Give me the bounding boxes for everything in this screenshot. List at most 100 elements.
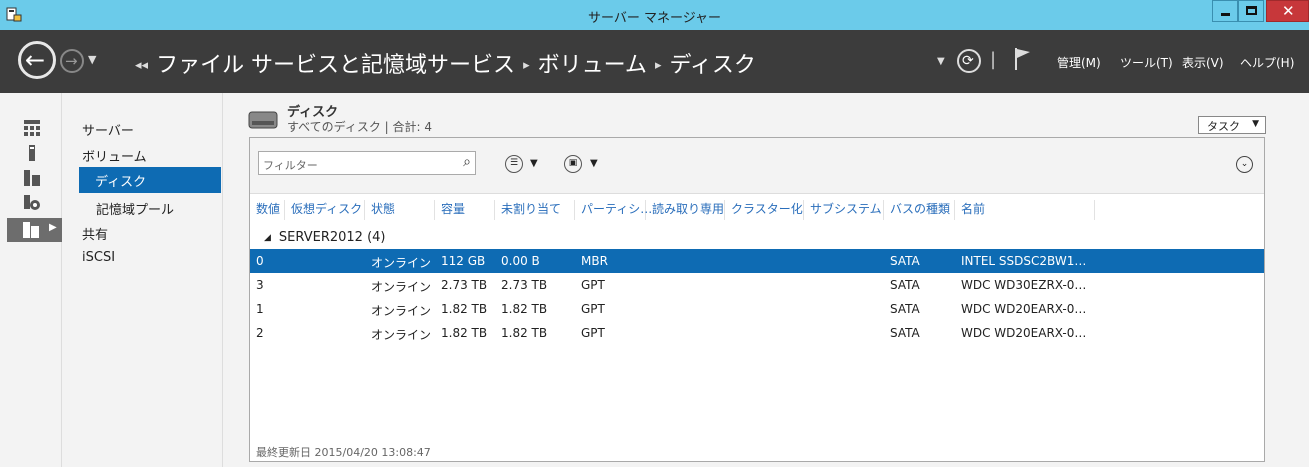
- cell-capacity: 2.73 TB: [441, 278, 488, 292]
- column-header-partition[interactable]: パーティシ…: [575, 200, 652, 220]
- cell-unallocated: 0.00 B: [501, 254, 540, 268]
- column-header-capacity[interactable]: 容量: [435, 200, 495, 220]
- nav-item-servers[interactable]: サーバー: [82, 120, 134, 139]
- cell-unallocated: 2.73 TB: [501, 278, 548, 292]
- cell-partition: GPT: [581, 278, 605, 292]
- cell-status: オンライン: [371, 256, 432, 270]
- cell-status: オンライン: [371, 304, 432, 318]
- cell-number: 0: [256, 254, 264, 268]
- column-header-bus-type[interactable]: バスの種類: [884, 200, 955, 220]
- cell-capacity: 1.82 TB: [441, 302, 488, 316]
- nav-panel: サーバー ボリューム ディスク 記憶域プール 共有 iSCSI: [63, 93, 223, 467]
- back-arrow-icon: ←: [25, 46, 46, 74]
- query-options-dropdown-icon[interactable]: ▼: [530, 158, 538, 169]
- tools-menu[interactable]: ツール(T): [1120, 54, 1173, 71]
- nav-item-volumes[interactable]: ボリューム: [82, 146, 147, 165]
- column-header-number[interactable]: 数値: [250, 200, 285, 220]
- column-header-clustered[interactable]: クラスター化: [725, 200, 804, 220]
- breadcrumb-item[interactable]: ボリューム: [538, 53, 647, 78]
- help-menu[interactable]: ヘルプ(H): [1240, 54, 1294, 71]
- cell-status: オンライン: [371, 328, 432, 342]
- cell-partition: MBR: [581, 254, 608, 268]
- cell-number: 3: [256, 278, 264, 292]
- table-row[interactable]: 0 オンライン 112 GB 0.00 B MBR SATA INTEL SSD…: [250, 249, 1264, 273]
- chevron-down-icon: ⌄: [1240, 159, 1249, 169]
- cell-unallocated: 1.82 TB: [501, 326, 548, 340]
- nav-item-shares[interactable]: 共有: [82, 224, 108, 243]
- cell-name: WDC WD30EZRX-0…: [961, 278, 1087, 292]
- expand-arrow-icon: ▶: [49, 222, 57, 233]
- column-header-subsystem[interactable]: サブシステム: [804, 200, 884, 220]
- last-updated-status: 最終更新日 2015/04/20 13:08:47: [256, 446, 431, 459]
- cell-number: 1: [256, 302, 264, 316]
- divider: |: [990, 49, 997, 70]
- section-subtitle: すべてのディスク | 合計: 4: [287, 120, 433, 134]
- cell-bus-type: SATA: [890, 254, 920, 268]
- cell-partition: GPT: [581, 302, 605, 316]
- cell-bus-type: SATA: [890, 326, 920, 340]
- query-options-button[interactable]: ☰: [505, 155, 523, 173]
- close-button[interactable]: ✕: [1266, 0, 1309, 22]
- table-row[interactable]: 2 オンライン 1.82 TB 1.82 TB GPT SATA WDC WD2…: [250, 321, 1264, 345]
- table-row[interactable]: 3 オンライン 2.73 TB 2.73 TB GPT SATA WDC WD3…: [250, 273, 1264, 297]
- all-servers-icon[interactable]: [24, 170, 40, 186]
- file-services-icon: [23, 222, 39, 238]
- left-icon-rail: ▶: [0, 93, 62, 467]
- local-server-icon[interactable]: [24, 145, 40, 161]
- breadcrumb-overflow-icon[interactable]: ◂◂: [135, 58, 148, 73]
- nav-item-iscsi[interactable]: iSCSI: [82, 250, 115, 265]
- column-header-status[interactable]: 状態: [365, 200, 435, 220]
- group-label: SERVER2012 (4): [278, 230, 386, 245]
- forward-button[interactable]: →: [60, 49, 84, 73]
- disk-icon: [248, 111, 278, 129]
- collapse-panel-button[interactable]: ⌄: [1236, 156, 1253, 173]
- save-query-button[interactable]: ▣: [564, 155, 582, 173]
- view-menu[interactable]: 表示(V): [1182, 54, 1224, 71]
- cell-capacity: 112 GB: [441, 254, 486, 268]
- breadcrumb-dropdown-icon[interactable]: ▼: [937, 56, 945, 67]
- filter-input[interactable]: フィルター ⌕: [258, 151, 476, 175]
- dashboard-icon[interactable]: [24, 120, 40, 136]
- tasks-button[interactable]: タスク ▼: [1198, 116, 1266, 134]
- breadcrumb-item[interactable]: ファイル サービスと記憶域サービス: [156, 53, 515, 78]
- forward-arrow-icon: →: [65, 52, 78, 70]
- filter-placeholder: フィルター: [263, 159, 318, 172]
- file-storage-services-rail-item-selected[interactable]: ▶: [7, 218, 62, 242]
- breadcrumb-separator-icon: ▸: [654, 58, 662, 73]
- cell-bus-type: SATA: [890, 278, 920, 292]
- breadcrumb-item[interactable]: ディスク: [669, 53, 755, 78]
- nav-item-storage-pools[interactable]: 記憶域プール: [96, 199, 174, 218]
- back-button[interactable]: ←: [18, 41, 56, 79]
- breadcrumb-separator-icon: ▸: [523, 58, 530, 73]
- column-header-name[interactable]: 名前: [955, 200, 1095, 220]
- table-row[interactable]: 1 オンライン 1.82 TB 1.82 TB GPT SATA WDC WD2…: [250, 297, 1264, 321]
- file-storage-role-icon[interactable]: [24, 195, 40, 211]
- cell-name: WDC WD20EARX-0…: [961, 302, 1087, 316]
- cell-capacity: 1.82 TB: [441, 326, 488, 340]
- collapse-triangle-icon[interactable]: ◢: [264, 233, 271, 243]
- column-header-unallocated[interactable]: 未割り当て: [495, 200, 575, 220]
- column-header-read-only[interactable]: 読み取り専用: [646, 200, 725, 220]
- maximize-button[interactable]: [1238, 0, 1264, 22]
- minimize-button[interactable]: [1212, 0, 1238, 22]
- column-header-virtual-disk[interactable]: 仮想ディスク: [285, 200, 365, 220]
- cell-name: INTEL SSDSC2BW1…: [961, 254, 1087, 268]
- notifications-flag-icon[interactable]: [1013, 46, 1033, 72]
- group-header[interactable]: ◢ SERVER2012 (4): [264, 230, 385, 245]
- refresh-button[interactable]: ⟳: [957, 49, 981, 73]
- cell-status: オンライン: [371, 280, 432, 294]
- cell-bus-type: SATA: [890, 302, 920, 316]
- save-query-dropdown-icon[interactable]: ▼: [590, 158, 598, 169]
- disks-panel: フィルター ⌕ ☰ ▼ ▣ ▼ ⌄ 数値 仮想ディスク 状態 容量 未割り当て …: [249, 137, 1265, 462]
- search-icon[interactable]: ⌕: [463, 154, 471, 170]
- nav-item-disks[interactable]: ディスク: [79, 167, 221, 193]
- save-icon: ▣: [568, 158, 578, 168]
- cell-unallocated: 1.82 TB: [501, 302, 548, 316]
- tasks-label: タスク: [1207, 120, 1240, 133]
- manage-menu[interactable]: 管理(M): [1057, 54, 1101, 71]
- breadcrumb: ◂◂ ファイル サービスと記憶域サービス ▸ ボリューム ▸ ディスク: [135, 47, 756, 79]
- list-icon: ☰: [509, 158, 519, 168]
- cell-name: WDC WD20EARX-0…: [961, 326, 1087, 340]
- cell-partition: GPT: [581, 326, 605, 340]
- history-dropdown-icon[interactable]: ▼: [88, 53, 96, 66]
